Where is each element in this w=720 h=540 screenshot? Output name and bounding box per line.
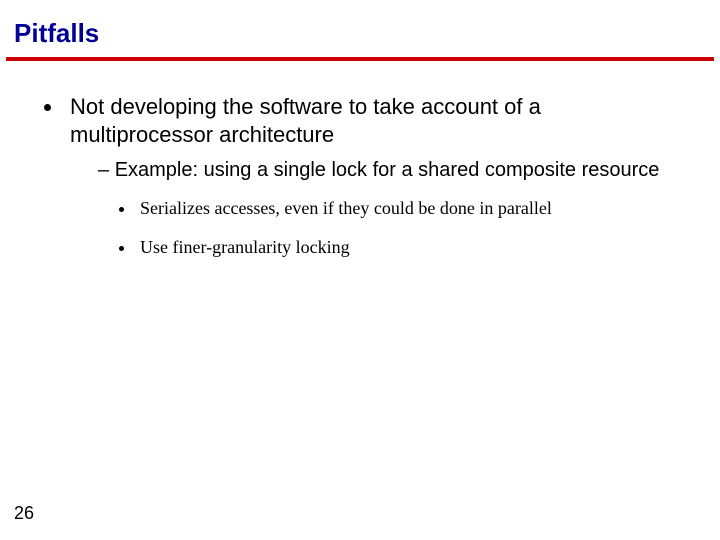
slide: Pitfalls Not developing the software to … [0, 0, 720, 540]
bullet-text: Example: using a single lock for a share… [115, 159, 660, 181]
bullet-text: Use finer-granularity locking [140, 237, 350, 257]
bullet-list-level1: Not developing the software to take acco… [36, 93, 684, 258]
list-item: Use finer-granularity locking [136, 236, 684, 259]
list-item: Example: using a single lock for a share… [98, 158, 684, 258]
bullet-list-level2: Example: using a single lock for a share… [70, 158, 684, 258]
page-number: 26 [14, 503, 34, 524]
list-item: Not developing the software to take acco… [64, 93, 684, 258]
list-item: Serializes accesses, even if they could … [136, 197, 684, 220]
bullet-text: Serializes accesses, even if they could … [140, 198, 552, 218]
bullet-list-level3: Serializes accesses, even if they could … [98, 197, 684, 258]
slide-body: Not developing the software to take acco… [0, 61, 720, 258]
slide-title: Pitfalls [0, 0, 720, 55]
bullet-text: Not developing the software to take acco… [70, 94, 541, 147]
